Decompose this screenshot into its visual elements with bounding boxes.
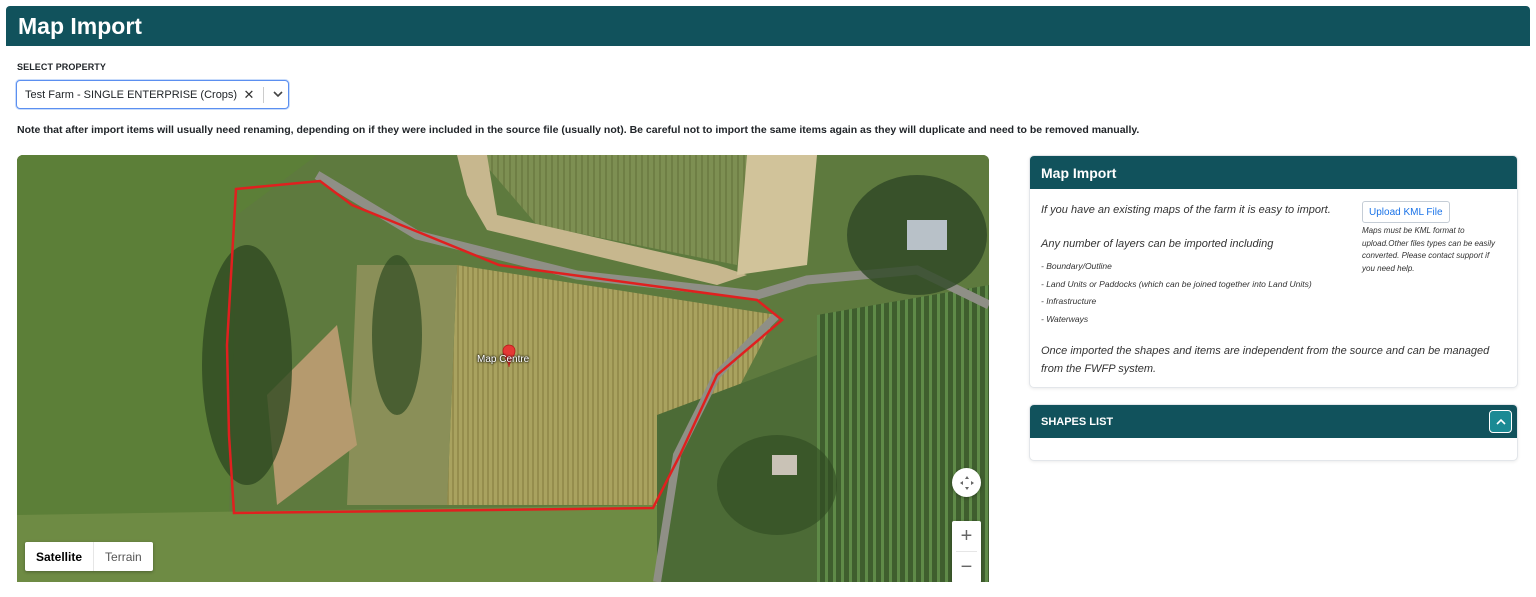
- map-type-terrain-button[interactable]: Terrain: [93, 542, 153, 571]
- chevron-up-icon: [1495, 418, 1506, 425]
- move-arrows-icon: [959, 475, 974, 490]
- collapse-button[interactable]: [1489, 410, 1512, 433]
- shapes-list-header: SHAPES LIST: [1030, 405, 1517, 438]
- shapes-list-title: SHAPES LIST: [1041, 416, 1114, 428]
- layers-list: - Boundary/Outline - Land Units or Paddo…: [1041, 258, 1312, 328]
- layers-intro-text: Any number of layers can be imported inc…: [1041, 238, 1274, 250]
- upload-kml-button[interactable]: Upload KML File: [1362, 201, 1450, 223]
- map-imagery: [17, 155, 989, 582]
- satellite-map[interactable]: Map Centre Satellite Terrain + −: [17, 155, 989, 582]
- zoom-in-button[interactable]: +: [952, 521, 981, 551]
- map-centre-label: Map Centre: [477, 354, 530, 365]
- zoom-control: + −: [952, 521, 981, 582]
- map-import-panel-title: Map Import: [1030, 156, 1517, 189]
- import-outro-text: Once imported the shapes and items are i…: [1041, 345, 1490, 375]
- import-intro-text: If you have an existing maps of the farm…: [1041, 204, 1331, 216]
- page-title: Map Import: [6, 6, 1530, 46]
- map-type-satellite-button[interactable]: Satellite: [25, 542, 93, 571]
- clear-icon[interactable]: ✕: [239, 87, 259, 103]
- map-import-panel: Map Import If you have an existing maps …: [1029, 155, 1518, 388]
- shapes-list-panel: SHAPES LIST: [1029, 404, 1518, 461]
- chevron-down-icon[interactable]: [268, 81, 288, 108]
- layer-item: - Boundary/Outline: [1041, 261, 1112, 271]
- zoom-out-button[interactable]: −: [952, 552, 981, 582]
- pan-control-button[interactable]: [952, 468, 981, 497]
- property-select-value: Test Farm - SINGLE ENTERPRISE (Crops): [25, 88, 238, 101]
- kml-format-note: Maps must be KML format to upload.Other …: [1362, 226, 1495, 273]
- map-type-toggle: Satellite Terrain: [25, 542, 153, 571]
- layer-item: - Land Units or Paddocks (which can be j…: [1041, 278, 1312, 289]
- layer-item: - Infrastructure: [1041, 296, 1097, 307]
- property-select[interactable]: Test Farm - SINGLE ENTERPRISE (Crops) ✕: [16, 80, 289, 109]
- layer-item: - Waterways: [1041, 313, 1089, 324]
- select-property-label: SELECT PROPERTY: [17, 62, 107, 72]
- import-note: Note that after import items will usuall…: [17, 124, 1140, 136]
- select-divider: [263, 86, 264, 103]
